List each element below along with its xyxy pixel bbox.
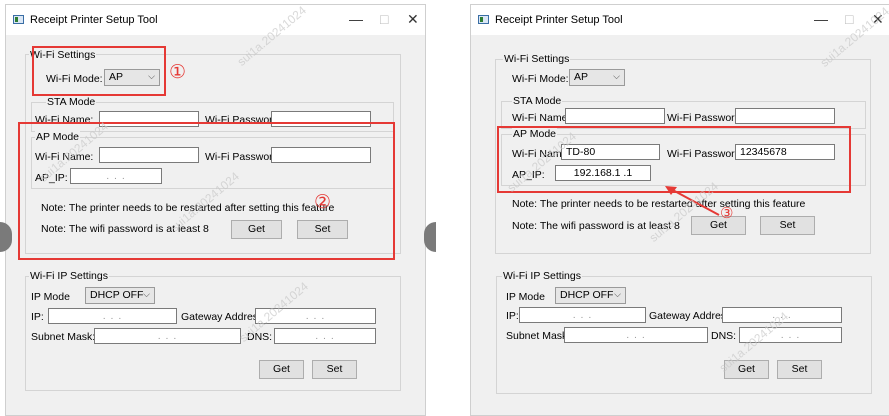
ip-settings-title: Wi-Fi IP Settings — [29, 270, 109, 282]
maximize-button[interactable]: □ — [845, 11, 853, 27]
annotation-two: ② — [314, 192, 332, 213]
highlight-wifi-mode — [32, 46, 166, 96]
wifi-settings-title: Wi-Fi Settings — [503, 53, 571, 65]
wifi-mode-value: AP — [574, 71, 589, 83]
subnet-mask-label: Subnet Mask: — [506, 330, 571, 342]
sta-mode-title: STA Mode — [46, 96, 97, 108]
ip-mode-label: IP Mode — [506, 291, 545, 303]
maximize-button[interactable]: □ — [380, 11, 388, 27]
subnet-mask-label: Subnet Mask: — [31, 331, 96, 343]
annotation-three: ③ — [720, 205, 734, 222]
title-bar: Receipt Printer Setup Tool — □ ✕ — [471, 5, 889, 35]
right-window: Receipt Printer Setup Tool — □ ✕ Wi-Fi S… — [470, 4, 889, 416]
dns-label: DNS: — [711, 330, 737, 342]
ip-mode-select[interactable]: DHCP OFF ⌵ — [85, 287, 155, 304]
sta-wifi-name-label: Wi-Fi Name: — [512, 112, 571, 124]
ip-mode-value: DHCP OFF — [90, 289, 144, 301]
ip-label: IP: — [31, 311, 44, 323]
left-window: Receipt Printer Setup Tool — □ ✕ Wi-Fi S… — [5, 4, 426, 416]
ip-set-button[interactable]: Set — [777, 360, 822, 379]
sta-wifi-password-label: Wi-Fi Password: — [667, 112, 744, 124]
ip-mode-select[interactable]: DHCP OFF ⌵ — [555, 287, 626, 304]
right-edge-handle — [424, 222, 436, 252]
subnet-mask-input[interactable]: . . . — [564, 327, 708, 343]
ip-input[interactable]: . . . — [519, 307, 646, 323]
chevron-down-icon: ⌵ — [614, 289, 621, 299]
ip-settings-title: Wi-Fi IP Settings — [502, 270, 582, 282]
app-icon — [13, 15, 24, 24]
ip-mode-label: IP Mode — [31, 291, 70, 303]
chevron-down-icon: ⌵ — [613, 71, 620, 81]
close-button[interactable]: ✕ — [407, 11, 419, 28]
subnet-mask-input[interactable]: . . . — [94, 328, 241, 344]
wifi-mode-select[interactable]: AP ⌵ — [569, 69, 625, 86]
minimize-button[interactable]: — — [349, 11, 363, 27]
window-title: Receipt Printer Setup Tool — [30, 14, 158, 26]
ip-mode-value: DHCP OFF — [560, 289, 614, 301]
restart-note: Note: The printer needs to be restarted … — [512, 198, 806, 210]
sta-wifi-password-input[interactable] — [735, 108, 835, 124]
annotation-one: ① — [169, 62, 187, 83]
ip-label: IP: — [506, 310, 519, 322]
ip-get-button[interactable]: Get — [259, 360, 304, 379]
window-title: Receipt Printer Setup Tool — [495, 14, 623, 26]
sta-wifi-name-input[interactable] — [565, 108, 665, 124]
minimize-button[interactable]: — — [814, 11, 828, 27]
chevron-down-icon: ⌵ — [143, 289, 150, 299]
sta-mode-title: STA Mode — [512, 95, 563, 107]
ip-input[interactable]: . . . — [48, 308, 177, 324]
wifi-mode-label: Wi-Fi Mode: — [512, 73, 569, 85]
ip-set-button[interactable]: Set — [312, 360, 357, 379]
wifi-set-button[interactable]: Set — [760, 216, 815, 235]
app-icon — [478, 15, 489, 24]
title-bar: Receipt Printer Setup Tool — □ ✕ — [6, 5, 425, 35]
dns-input[interactable]: . . . — [274, 328, 376, 344]
